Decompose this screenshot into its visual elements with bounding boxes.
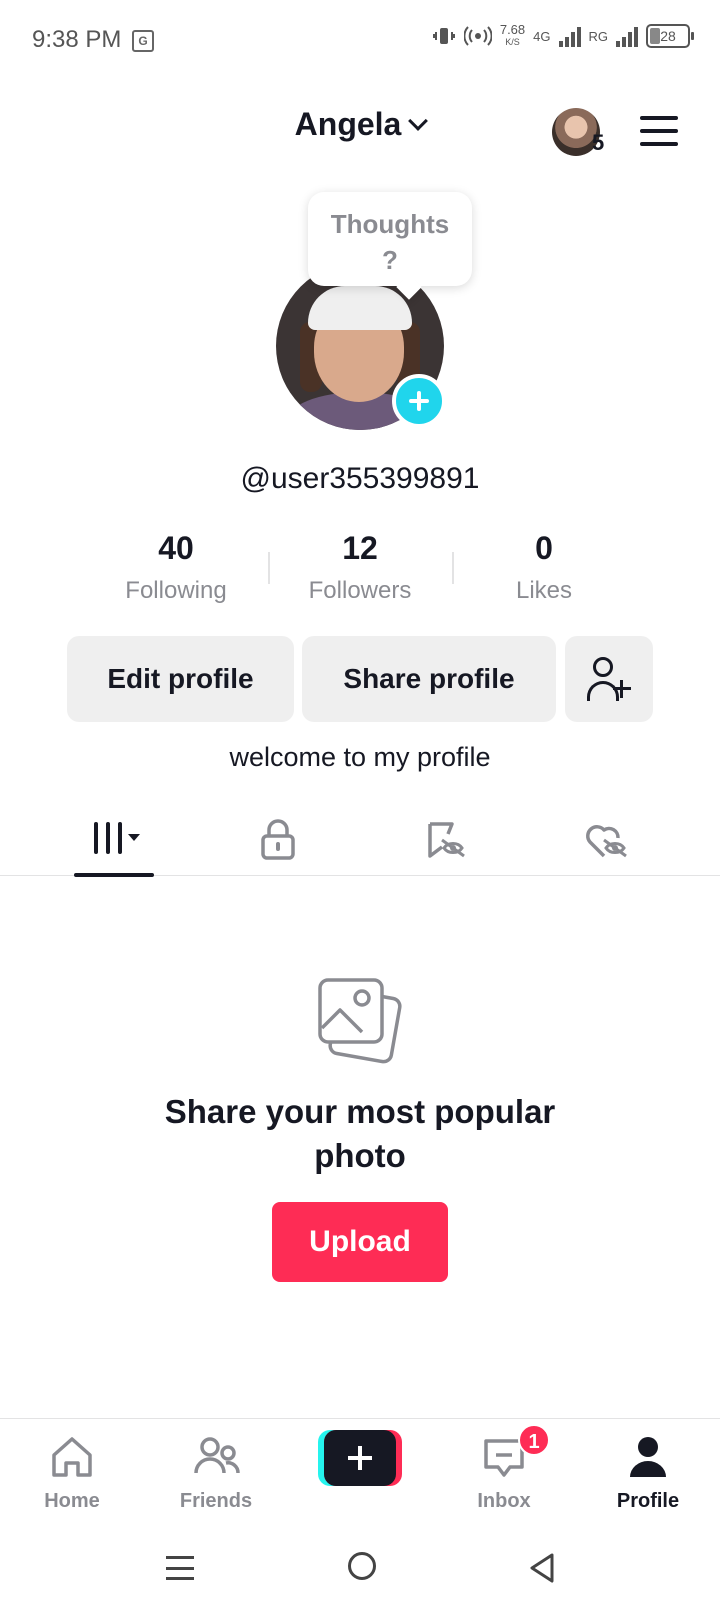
empty-state-title-line1: Share your most popular [164,1093,556,1130]
chevron-down-icon [408,111,429,131]
stat-label: Followers [308,577,412,604]
share-profile-button[interactable]: Share profile [302,636,556,722]
menu-icon[interactable] [640,116,678,146]
account-count-badge: 5 [592,130,605,155]
signal-icon [558,25,581,47]
tab-reposts[interactable] [404,808,484,876]
tab-videos[interactable] [74,808,154,877]
network-rg-label: RG [588,28,609,44]
network-speed: 7.68 K/S [499,22,526,48]
profile-bio: welcome to my profile [229,742,491,772]
translate-icon: G [132,30,154,52]
thoughts-question: ? [382,245,398,275]
empty-state-title-line2: photo [314,1137,406,1174]
nav-profile[interactable]: Profile [588,1433,708,1513]
signal-icon-2 [616,25,638,47]
nav-friends[interactable]: Friends [156,1433,276,1513]
inbox-badge: 1 [518,1424,550,1456]
speed-unit: K/S [505,37,520,47]
stat-divider [268,552,270,584]
status-bar: 9:38 PM G 7.68 K/S 4G RG 28 [0,0,720,80]
add-friends-button[interactable] [565,636,653,722]
photo-icon [318,978,402,1064]
friends-icon [194,1437,240,1474]
stat-value: 0 [535,530,553,566]
account-name: Angela [294,106,402,142]
create-button[interactable] [318,1430,402,1486]
stat-following[interactable]: 40 Following [84,530,268,605]
home-button-icon[interactable] [348,1552,376,1580]
edit-profile-button[interactable]: Edit profile [67,636,294,722]
username: @user355399891 [240,462,480,495]
nav-friends-label: Friends [179,1490,253,1512]
home-icon [52,1437,92,1477]
system-navigation [0,1526,720,1612]
battery-icon: 28 [646,24,694,48]
lock-icon [261,819,295,860]
active-tab-indicator [74,873,154,877]
tab-liked[interactable] [566,808,646,876]
bookmark-hidden-icon [428,822,465,858]
battery-level: 28 [660,28,676,44]
back-icon[interactable] [528,1552,556,1584]
profile-stats: 40 Following 12 Followers 0 Likes [84,530,636,605]
stat-divider [452,552,454,584]
hotspot-icon [463,26,492,46]
heart-hidden-icon [586,825,627,858]
stat-label: Following [125,577,227,604]
nav-profile-label: Profile [616,1490,680,1512]
stat-label: Likes [515,577,573,604]
vibrate-icon [432,28,455,44]
tab-private[interactable] [238,808,318,876]
thoughts-label: Thoughts [330,209,450,239]
status-icons: 7.68 K/S 4G RG 28 [432,22,694,48]
grid-icon [94,822,140,854]
empty-state-title: Share your most popular photo [120,1090,600,1178]
stat-likes[interactable]: 0 Likes [452,530,636,605]
speed-value: 7.68 [499,22,526,37]
stat-followers[interactable]: 12 Followers [268,530,452,605]
network-4g-label: 4G [533,28,551,44]
content-tabs [0,808,720,877]
status-time: 9:38 PM [32,26,122,53]
stat-value: 12 [342,530,378,566]
stat-value: 40 [158,530,194,566]
nav-inbox-label: Inbox [477,1490,531,1512]
nav-home[interactable]: Home [12,1433,132,1513]
upload-button[interactable]: Upload [272,1202,448,1282]
add-user-icon [587,657,631,701]
profile-icon [630,1437,666,1477]
add-avatar-button[interactable] [392,374,446,428]
thoughts-bubble[interactable]: Thoughts ? [308,192,472,286]
recent-apps-icon[interactable] [166,1556,194,1580]
nav-home-label: Home [44,1490,100,1512]
account-switcher[interactable]: Angela [0,106,720,143]
